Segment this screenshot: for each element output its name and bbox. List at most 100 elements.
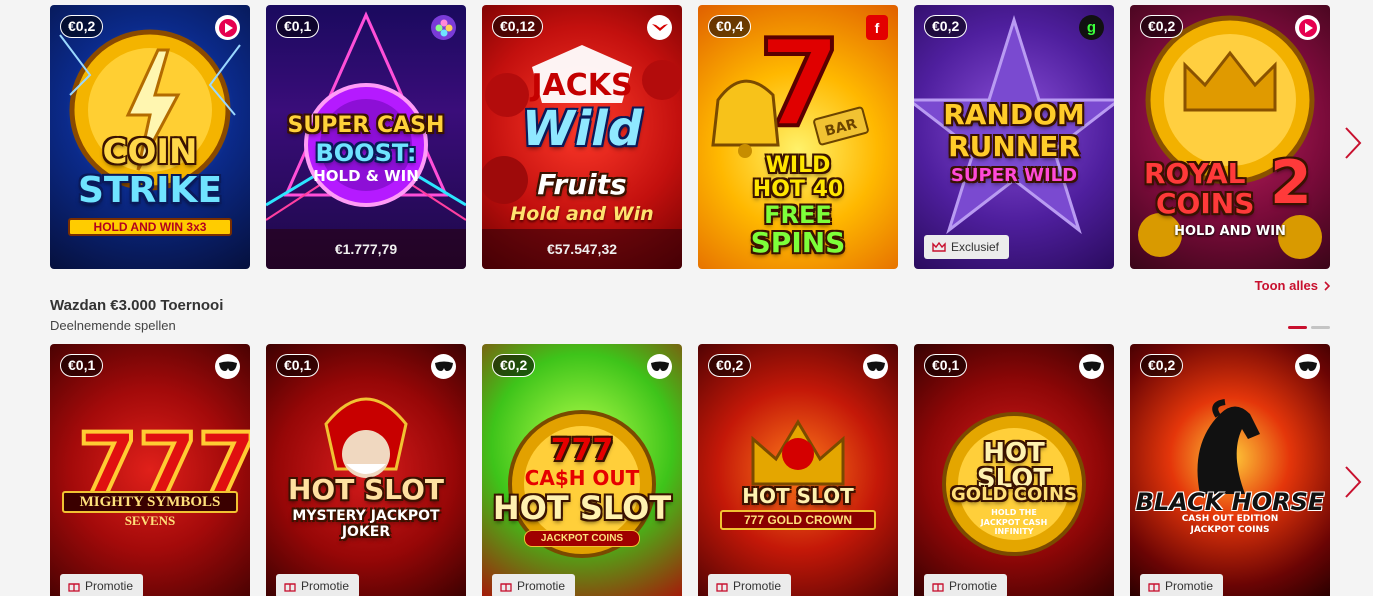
promotion-badge-label: Promotie <box>517 579 566 593</box>
g-logo-icon: g <box>1079 15 1104 40</box>
game-tile-wild-hot-40[interactable]: 7 BAR WILD HOT 40 FREE SPINS €0,4 f <box>698 5 898 269</box>
promotion-badge-label: Promotie <box>301 579 350 593</box>
game-subtitle: MYSTERY JACKPOT JOKER <box>292 508 440 541</box>
section-title: Wazdan €3.000 Toernooi <box>50 297 224 314</box>
game-tile-jacks-wild-fruits[interactable]: JACKS Wild Fruits Hold and Win €57.547,3… <box>482 5 682 269</box>
game-tile-hot-slot-gold-coins[interactable]: HOT SLOT GOLD COINS HOLD THE JACKPOT CAS… <box>914 344 1114 596</box>
game-title-line1: COIN <box>102 132 198 172</box>
play-logo-icon <box>1295 15 1320 40</box>
game-subtitle: 777 GOLD CROWN <box>720 510 876 530</box>
game-tile-hot-slot-gold-crown[interactable]: HOT SLOT 777 GOLD CROWN €0,2 Promotie <box>698 344 898 596</box>
game-tile-super-cash-boost[interactable]: SUPER CASH BOOST: HOLD & WIN €1.777,79 €… <box>266 5 466 269</box>
game-tile-royal-coins-2[interactable]: ROYAL COINS 2 HOLD AND WIN €0,2 <box>1130 5 1330 269</box>
bet-badge: €0,1 <box>276 354 320 377</box>
game-title: BLACK HORSE <box>1135 488 1325 516</box>
game-subtitle: HOLD THE JACKPOT CASH INFINITY <box>980 508 1048 537</box>
game-tile-hot-slot-joker[interactable]: HOT SLOT MYSTERY JACKPOT JOKER €0,1 Prom… <box>266 344 466 596</box>
gift-icon <box>284 583 296 592</box>
game-title-line3: Fruits <box>537 168 627 201</box>
game-title-line1: JACKS <box>531 68 633 103</box>
game-subtitle: HOLD AND WIN 3x3 <box>68 218 232 236</box>
game-title-line2: RUNNER <box>948 130 1080 163</box>
game-title-number: 2 <box>1270 148 1312 218</box>
carousel-pagination <box>1288 326 1330 329</box>
promotion-badge: Promotie <box>276 574 360 596</box>
game-tile-random-runner[interactable]: RANDOM RUNNER SUPER WILD Exclusief €0,2 … <box>914 5 1114 269</box>
gift-icon <box>500 583 512 592</box>
game-tile-coin-strike[interactable]: COIN STRIKE HOLD AND WIN 3x3 €0,2 <box>50 5 250 269</box>
wazdan-mask-icon <box>863 354 888 379</box>
promotion-badge: Promotie <box>1140 574 1224 596</box>
promotion-badge: Promotie <box>708 574 792 596</box>
section-subtitle: Deelnemende spellen <box>50 318 176 333</box>
bet-badge: €0,1 <box>60 354 104 377</box>
jackpot-amount: €57.547,32 <box>482 229 682 269</box>
bird-logo-icon <box>647 15 672 40</box>
game-lobby: COIN STRIKE HOLD AND WIN 3x3 €0,2 SUPER … <box>0 0 1373 596</box>
game-subtitle: JACKPOT COINS <box>524 530 640 547</box>
game-title-line3: HOT SLOT <box>492 489 672 527</box>
game-tile-black-horse[interactable]: BLACK HORSE CASH OUT EDITION JACKPOT COI… <box>1130 344 1330 596</box>
game-title-line2: HOT 40 <box>752 177 844 202</box>
wazdan-mask-icon <box>1295 354 1320 379</box>
pagination-dot[interactable] <box>1311 326 1330 329</box>
game-carousel-tournament: 777 MIGHTY SYMBOLS SEVENS €0,1 Promotie … <box>50 344 1330 596</box>
game-title-line2: CA$H OUT <box>524 466 640 490</box>
f-logo-icon: f <box>866 15 888 40</box>
black-horse-art <box>1197 399 1260 494</box>
pagination-dot-active[interactable] <box>1288 326 1307 329</box>
wazdan-mask-icon <box>1079 354 1104 379</box>
game-subtitle: CASH OUT EDITION JACKPOT COINS <box>1181 514 1279 536</box>
game-title-line1: SUPER CASH <box>287 113 445 138</box>
game-title-line2: Wild <box>521 101 643 157</box>
game-title: HOT SLOT <box>288 473 444 506</box>
chevron-right-icon <box>1345 127 1362 159</box>
game-title-line4: SPINS <box>750 226 846 259</box>
bet-badge: €0,12 <box>492 15 544 38</box>
game-carousel-top: COIN STRIKE HOLD AND WIN 3x3 €0,2 SUPER … <box>50 5 1330 269</box>
game-title: MIGHTY SYMBOLS <box>62 491 238 513</box>
promotion-badge-label: Promotie <box>949 579 998 593</box>
gift-icon <box>716 583 728 592</box>
game-subtitle: SEVENS <box>124 513 176 528</box>
exclusive-badge: Exclusief <box>924 235 1010 259</box>
game-subtitle: SUPER WILD <box>950 165 1078 186</box>
jackpot-amount: €1.777,79 <box>266 229 466 269</box>
game-title-line2: GOLD COINS <box>951 484 1077 505</box>
game-tile-cash-out-hot-slot[interactable]: 777 CA$H OUT HOT SLOT JACKPOT COINS €0,2… <box>482 344 682 596</box>
game-subtitle: HOLD & WIN <box>313 167 419 185</box>
game-title-line1: 777 <box>550 433 614 468</box>
chevron-right-icon <box>1345 466 1362 498</box>
promotion-badge-label: Promotie <box>85 579 134 593</box>
play-logo-icon <box>215 15 240 40</box>
gift-icon <box>68 583 80 592</box>
chevron-right-icon <box>1324 280 1330 291</box>
game-title-line2: STRIKE <box>77 170 223 211</box>
blossom-logo-icon <box>431 15 456 40</box>
game-title-line3: FREE <box>764 201 832 229</box>
game-title-line1: RANDOM <box>943 98 1085 131</box>
bet-badge: €0,2 <box>492 354 536 377</box>
game-title-line2: BOOST: <box>315 139 417 167</box>
mighty-symbols-art: 777 <box>76 413 250 517</box>
gift-icon <box>1148 583 1160 592</box>
wazdan-mask-icon <box>215 354 240 379</box>
bet-badge: €0,2 <box>1140 354 1184 377</box>
gift-icon <box>932 583 944 592</box>
game-title-line1: WILD <box>765 153 831 178</box>
bet-badge: €0,1 <box>924 354 968 377</box>
wazdan-mask-icon <box>431 354 456 379</box>
carousel-next-button[interactable] <box>1341 462 1365 502</box>
carousel-next-button[interactable] <box>1341 123 1365 163</box>
bet-badge: €0,2 <box>1140 15 1184 38</box>
crown-icon <box>932 241 946 252</box>
promotion-badge-label: Promotie <box>1165 579 1214 593</box>
see-all-link[interactable]: Toon alles <box>1255 278 1330 293</box>
bet-badge: €0,2 <box>60 15 104 38</box>
bet-badge: €0,2 <box>924 15 968 38</box>
promotion-badge: Promotie <box>492 574 576 596</box>
game-subtitle: Hold and Win <box>510 203 654 225</box>
game-subtitle: HOLD AND WIN <box>1174 224 1286 239</box>
game-tile-mighty-symbols-sevens[interactable]: 777 MIGHTY SYMBOLS SEVENS €0,1 Promotie <box>50 344 250 596</box>
promotion-badge: Promotie <box>924 574 1008 596</box>
